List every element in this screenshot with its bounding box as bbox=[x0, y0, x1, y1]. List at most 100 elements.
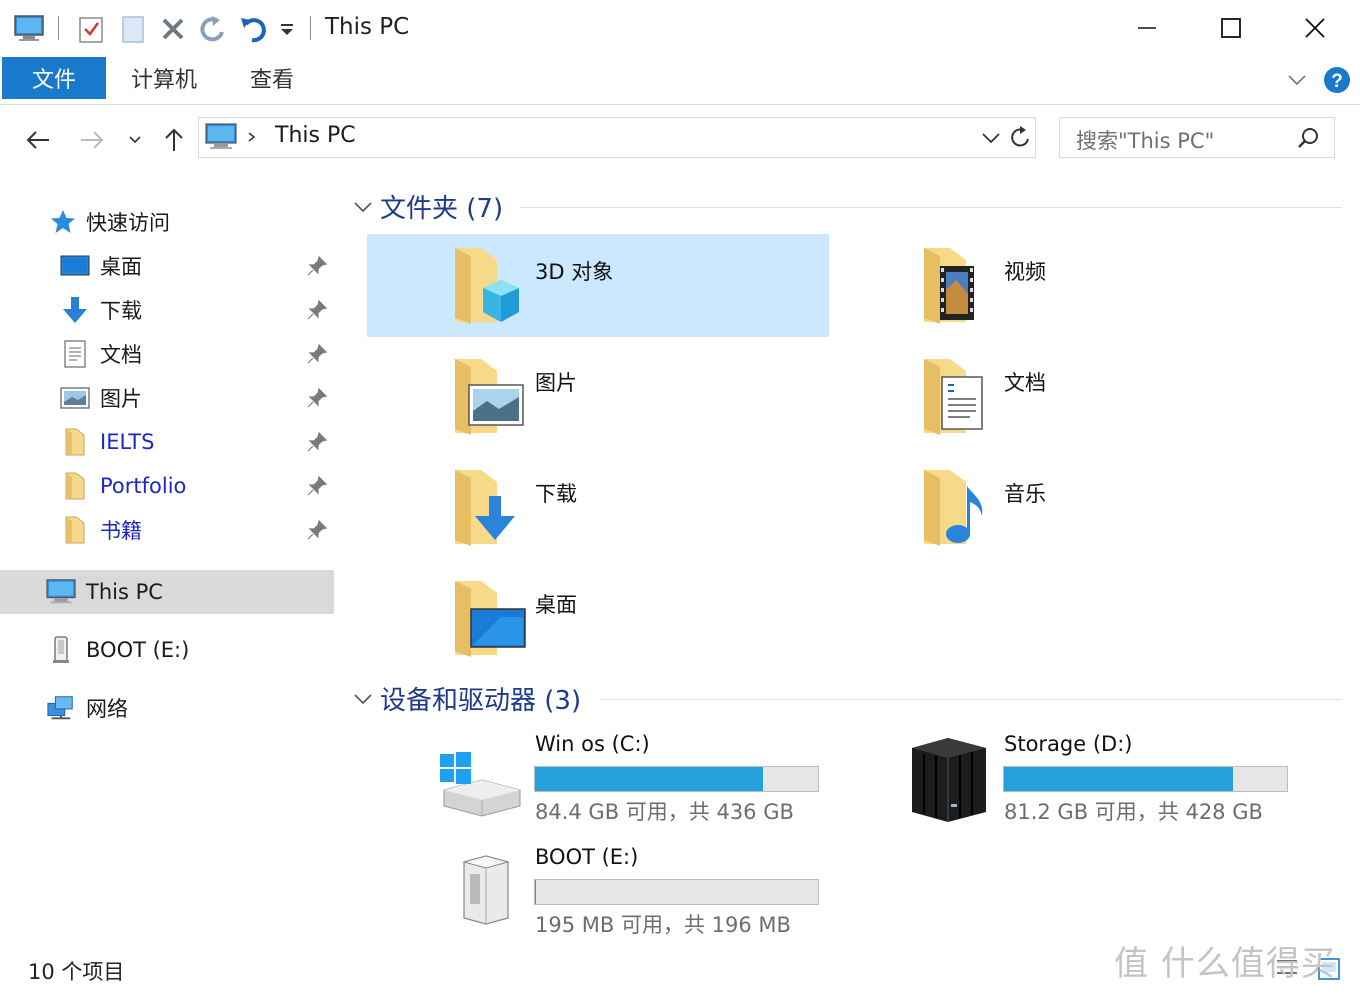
pin-icon[interactable] bbox=[306, 475, 328, 497]
drive-name: Win os (C:) bbox=[535, 732, 650, 756]
drive-tile-e[interactable]: BOOT (E:) 195 MB 可用，共 196 MB bbox=[436, 838, 836, 942]
pin-icon[interactable] bbox=[306, 255, 328, 277]
nav-item-this-pc[interactable]: This PC bbox=[0, 570, 334, 614]
nav-item-downloads[interactable]: 下载 bbox=[0, 288, 336, 332]
pin-icon[interactable] bbox=[306, 431, 328, 453]
download-icon bbox=[60, 295, 90, 325]
folder-tile-documents[interactable]: 文档 bbox=[836, 345, 1298, 448]
drive-usage-fill bbox=[1004, 767, 1234, 791]
desktop-icon bbox=[60, 251, 90, 281]
delete-icon[interactable] bbox=[156, 12, 190, 46]
tab-computer[interactable]: 计算机 bbox=[131, 57, 197, 99]
pin-icon[interactable] bbox=[306, 519, 328, 541]
nav-item-desktop[interactable]: 桌面 bbox=[0, 244, 336, 288]
collapse-chevron-icon[interactable] bbox=[352, 691, 374, 707]
nav-item-portfolio[interactable]: Portfolio bbox=[0, 464, 336, 508]
folder-label: 视频 bbox=[1004, 260, 1046, 284]
breadcrumb[interactable]: This PC bbox=[275, 123, 356, 148]
usb-drive-icon bbox=[46, 635, 76, 665]
collapse-chevron-icon[interactable] bbox=[352, 199, 374, 215]
close-button[interactable] bbox=[1272, 4, 1358, 52]
downloads-folder-icon bbox=[451, 466, 527, 552]
folder-icon bbox=[60, 471, 90, 501]
folder-tile-videos[interactable]: 视频 bbox=[836, 234, 1298, 337]
forward-button[interactable] bbox=[74, 122, 110, 158]
nav-item-network[interactable]: 网络 bbox=[0, 686, 336, 730]
nav-item-label: 桌面 bbox=[100, 255, 142, 279]
drive-name: Storage (D:) bbox=[1004, 732, 1133, 756]
recent-locations-button[interactable] bbox=[120, 122, 150, 158]
tab-view[interactable]: 查看 bbox=[250, 57, 294, 99]
desktop-folder-icon bbox=[451, 577, 527, 663]
pin-icon[interactable] bbox=[306, 343, 328, 365]
folder-label: 文档 bbox=[1004, 371, 1046, 395]
breadcrumb-chevron-icon[interactable] bbox=[245, 126, 259, 148]
drive-usage-bar bbox=[534, 766, 819, 792]
drive-free-space: 84.4 GB 可用，共 436 GB bbox=[535, 800, 794, 824]
nav-item-label: 下载 bbox=[100, 299, 142, 323]
new-folder-icon[interactable] bbox=[116, 12, 150, 46]
folder-tile-music[interactable]: 音乐 bbox=[836, 456, 1298, 559]
nav-item-books[interactable]: 书籍 bbox=[0, 508, 336, 552]
search-input[interactable]: 搜索"This PC" bbox=[1059, 117, 1335, 158]
address-bar[interactable]: This PC bbox=[198, 117, 1036, 158]
nav-item-boot-drive[interactable]: BOOT (E:) bbox=[0, 628, 336, 672]
drive-tile-c[interactable]: Win os (C:) 84.4 GB 可用，共 436 GB bbox=[436, 726, 836, 830]
help-icon[interactable]: ? bbox=[1323, 66, 1351, 94]
nav-item-pictures[interactable]: 图片 bbox=[0, 376, 336, 420]
folder-tile-desktop[interactable]: 桌面 bbox=[367, 567, 829, 670]
up-button[interactable] bbox=[156, 122, 192, 158]
back-button[interactable] bbox=[20, 122, 56, 158]
nav-quick-access[interactable]: 快速访问 bbox=[0, 200, 336, 244]
ribbon-tab-bar: 文件 计算机 查看 ? bbox=[0, 57, 1360, 105]
nav-item-label: 书籍 bbox=[100, 519, 142, 543]
folders-group-header[interactable]: 文件夹 (7) bbox=[352, 188, 503, 225]
address-row: This PC 搜索"This PC" bbox=[0, 106, 1360, 170]
minimize-button[interactable] bbox=[1104, 4, 1190, 52]
content-pane: 文件夹 (7) 3D 对象 视频 图片 文档 下载 音乐 桌面 设备和驱动器 (… bbox=[336, 170, 1360, 950]
nav-item-ielts[interactable]: IELTS bbox=[0, 420, 336, 464]
computer-icon[interactable] bbox=[12, 12, 46, 46]
drive-usage-fill bbox=[535, 880, 537, 904]
properties-icon[interactable] bbox=[74, 12, 108, 46]
refresh-icon[interactable] bbox=[1009, 124, 1035, 152]
customize-dropdown-icon[interactable] bbox=[272, 12, 302, 46]
folder-tile-downloads[interactable]: 下载 bbox=[367, 456, 829, 559]
this-pc-icon bbox=[205, 123, 237, 155]
window-title: This PC bbox=[325, 14, 410, 40]
nas-drive-icon bbox=[906, 734, 990, 828]
documents-folder-icon bbox=[920, 355, 990, 441]
folder-label: 下载 bbox=[535, 482, 577, 506]
videos-folder-icon bbox=[920, 244, 990, 330]
devices-group-header[interactable]: 设备和驱动器 (3) bbox=[352, 680, 581, 717]
search-placeholder: 搜索"This PC" bbox=[1076, 129, 1215, 153]
folder-label: 3D 对象 bbox=[535, 260, 614, 284]
redo-icon[interactable] bbox=[196, 12, 230, 46]
status-item-count: 10 个项目 bbox=[28, 960, 125, 984]
usb-drive-icon bbox=[456, 852, 516, 932]
3d-objects-folder-icon bbox=[451, 244, 521, 330]
nav-item-documents[interactable]: 文档 bbox=[0, 332, 336, 376]
drive-tile-d[interactable]: Storage (D:) 81.2 GB 可用，共 428 GB bbox=[906, 726, 1306, 830]
search-icon[interactable] bbox=[1296, 126, 1320, 150]
address-dropdown-icon[interactable] bbox=[979, 126, 1003, 150]
expand-ribbon-icon[interactable] bbox=[1286, 69, 1308, 91]
maximize-button[interactable] bbox=[1188, 4, 1274, 52]
tab-file[interactable]: 文件 bbox=[2, 57, 106, 99]
undo-icon[interactable] bbox=[236, 12, 270, 46]
nav-item-label: 网络 bbox=[86, 697, 128, 721]
folder-tile-3d-objects[interactable]: 3D 对象 bbox=[367, 234, 829, 337]
drive-free-space: 81.2 GB 可用，共 428 GB bbox=[1004, 800, 1263, 824]
nav-item-label: BOOT (E:) bbox=[86, 638, 190, 662]
pin-icon[interactable] bbox=[306, 387, 328, 409]
folder-tile-pictures[interactable]: 图片 bbox=[367, 345, 829, 448]
drive-usage-bar bbox=[1003, 766, 1288, 792]
pin-icon[interactable] bbox=[306, 299, 328, 321]
folder-label: 桌面 bbox=[535, 593, 577, 617]
watermark: 值 什么值得买 bbox=[1114, 944, 1336, 984]
drive-usage-fill bbox=[535, 767, 764, 791]
pictures-folder-icon bbox=[451, 355, 527, 441]
this-pc-icon bbox=[46, 577, 76, 607]
title-bar: This PC bbox=[0, 0, 1360, 56]
nav-item-label: Portfolio bbox=[100, 474, 187, 498]
